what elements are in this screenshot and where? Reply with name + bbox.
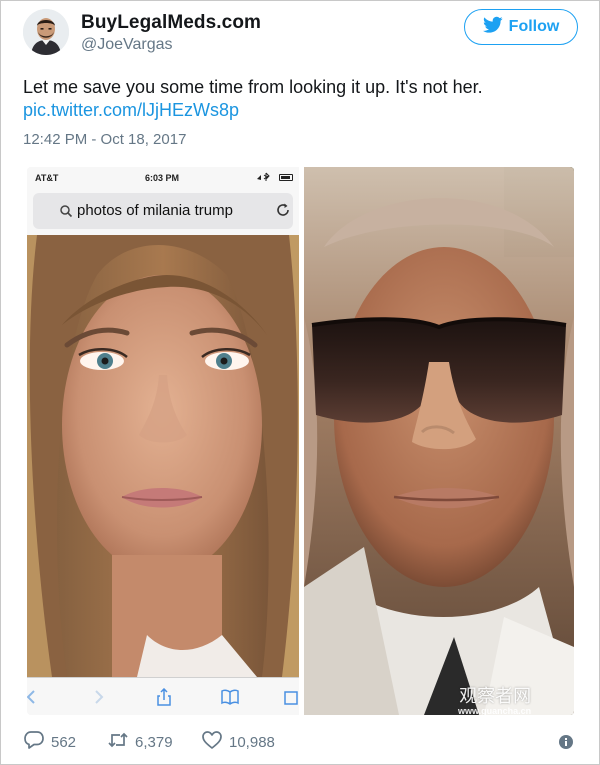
reply-button[interactable]: 562 xyxy=(23,730,76,754)
search-query: photos of milania trump xyxy=(77,202,233,219)
search-icon xyxy=(59,204,73,218)
retweet-count: 6,379 xyxy=(135,733,173,751)
like-count: 10,988 xyxy=(229,733,275,751)
tweet-media[interactable]: AT&T 6:03 PM photos of milania trump xyxy=(27,167,574,715)
safari-toolbar xyxy=(27,677,299,715)
status-time: 6:03 PM xyxy=(145,173,180,183)
retweet-button[interactable]: 6,379 xyxy=(107,730,173,754)
portrait-photo-right xyxy=(304,167,574,715)
tweet-timestamp[interactable]: 12:42 PM - Oct 18, 2017 xyxy=(23,131,186,148)
retweet-icon xyxy=(107,730,129,754)
user-handle[interactable]: @JoeVargas xyxy=(81,36,173,54)
battery-icon xyxy=(279,174,293,181)
avatar[interactable] xyxy=(23,9,69,55)
tweet-actions: 562 6,379 10,988 xyxy=(23,730,583,752)
tweet-card: BuyLegalMeds.com @JoeVargas Follow Let m… xyxy=(0,0,600,765)
watermark-name: 观察者网 xyxy=(459,686,532,707)
forward-icon xyxy=(89,688,107,706)
carrier-label: AT&T xyxy=(35,173,59,183)
bookmarks-icon xyxy=(220,688,239,706)
like-button[interactable]: 10,988 xyxy=(201,730,275,754)
watermark-url: www.guancha.cn xyxy=(458,706,532,716)
follow-button[interactable]: Follow xyxy=(464,9,578,45)
media-link[interactable]: pic.twitter.com/lJjHEzWs8p xyxy=(23,100,239,121)
back-icon xyxy=(27,688,41,706)
reply-icon xyxy=(23,730,45,754)
bluetooth-icon xyxy=(255,172,275,184)
info-icon[interactable] xyxy=(558,734,574,750)
like-icon xyxy=(201,730,223,754)
phone-screenshot: AT&T 6:03 PM photos of milania trump xyxy=(27,167,299,715)
tabs-icon xyxy=(283,688,299,706)
share-icon xyxy=(155,687,173,706)
watermark: 观察者网 www.guancha.cn xyxy=(458,682,531,716)
twitter-bird-icon xyxy=(482,16,503,39)
follow-label: Follow xyxy=(508,18,560,35)
reload-icon xyxy=(275,202,291,218)
reply-count: 562 xyxy=(51,733,77,751)
ios-status-bar: AT&T 6:03 PM xyxy=(27,167,299,189)
display-name[interactable]: BuyLegalMeds.com xyxy=(81,12,261,34)
portrait-photo-left xyxy=(27,235,299,677)
tweet-text: Let me save you some time from looking i… xyxy=(23,77,483,97)
